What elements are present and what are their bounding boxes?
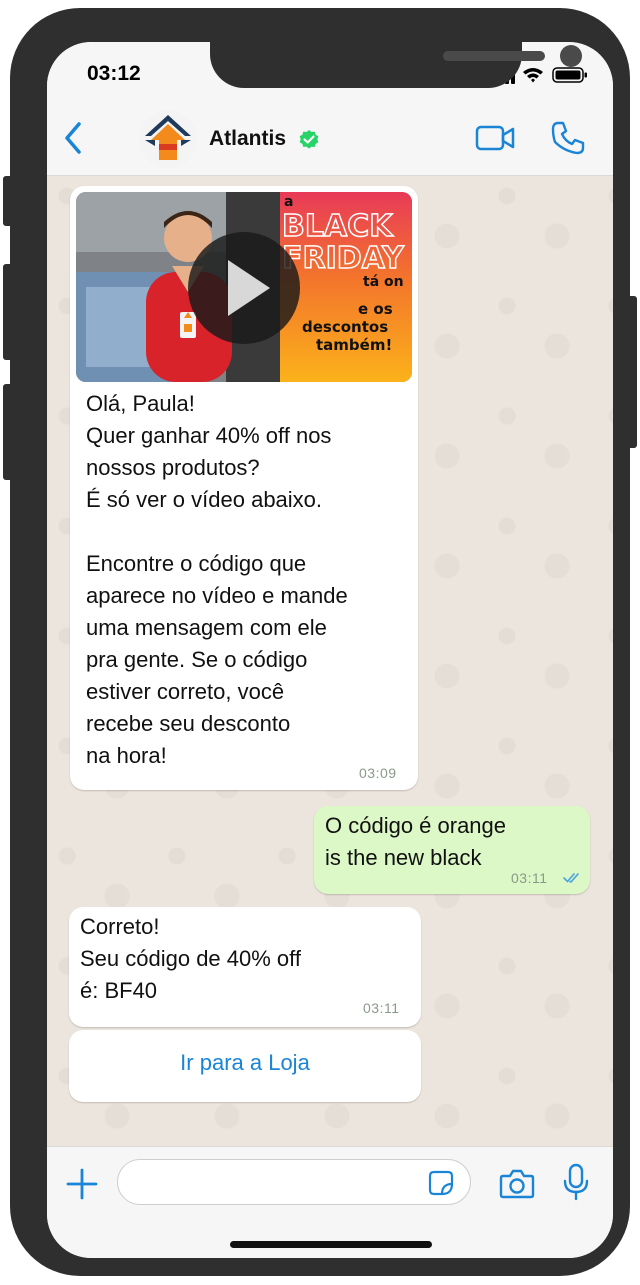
chat-area[interactable]: a BLACK FRIDAY tá on e os descontos tamb… [47, 176, 613, 1146]
message-text: Correto! Seu código de 40% off é: BF40 [80, 914, 301, 1003]
contact-name[interactable]: Atlantis [209, 127, 286, 151]
bf-line3-text: também! [316, 336, 392, 354]
wifi-icon [523, 68, 543, 83]
message-text: Olá, Paula! Quer ganhar 40% off nos noss… [86, 391, 348, 768]
play-button-icon [188, 232, 300, 344]
store-link-label: Ir para a Loja [180, 1050, 310, 1075]
bf-line2-text: descontos [302, 318, 388, 336]
bf-black-text: BLACK [282, 209, 394, 244]
outgoing-message: O código é orange is the new black 03:11 [314, 806, 590, 894]
incoming-message-video: a BLACK FRIDAY tá on e os descontos tamb… [70, 186, 418, 790]
message-time: 03:11 [363, 1000, 400, 1016]
notch [210, 42, 582, 88]
atlantis-logo-icon [139, 110, 197, 168]
store-link-button[interactable]: Ir para a Loja [69, 1030, 421, 1102]
input-bar [47, 1146, 613, 1258]
battery-icon [552, 67, 587, 83]
video-thumbnail[interactable]: a BLACK FRIDAY tá on e os descontos tamb… [76, 192, 412, 382]
chat-header: Atlantis [47, 106, 613, 176]
microphone-icon[interactable] [563, 1163, 589, 1201]
front-camera [560, 45, 582, 67]
contact-avatar[interactable] [139, 110, 197, 168]
double-check-icon [563, 873, 579, 883]
speaker [443, 51, 545, 61]
phone-call-icon[interactable] [550, 120, 586, 156]
bf-taon-text: tá on [363, 274, 404, 290]
verified-badge-icon [299, 130, 319, 149]
status-time: 03:12 [87, 62, 141, 85]
plus-icon[interactable] [65, 1167, 99, 1201]
phone-frame: 03:12 Atlantis a BLACK FRIDAY tá on e os… [10, 8, 630, 1276]
message-time: 03:09 [359, 765, 397, 781]
camera-icon[interactable] [499, 1169, 535, 1199]
bf-a-text: a [284, 194, 293, 210]
phone-screen: 03:12 Atlantis a BLACK FRIDAY tá on e os… [47, 42, 613, 1258]
message-text: O código é orange is the new black [325, 813, 507, 870]
message-input[interactable] [117, 1159, 471, 1205]
back-chevron-icon[interactable] [61, 120, 85, 156]
incoming-message: Correto! Seu código de 40% off é: BF40 0… [69, 907, 421, 1027]
bf-friday-text: FRIDAY [282, 241, 405, 276]
message-time: 03:11 [511, 870, 548, 886]
video-preview-image: a BLACK FRIDAY tá on e os descontos tamb… [76, 192, 412, 382]
video-call-icon[interactable] [475, 124, 515, 152]
bf-line1-text: e os [358, 300, 393, 318]
home-indicator[interactable] [230, 1241, 432, 1248]
sticker-icon[interactable] [428, 1170, 454, 1196]
